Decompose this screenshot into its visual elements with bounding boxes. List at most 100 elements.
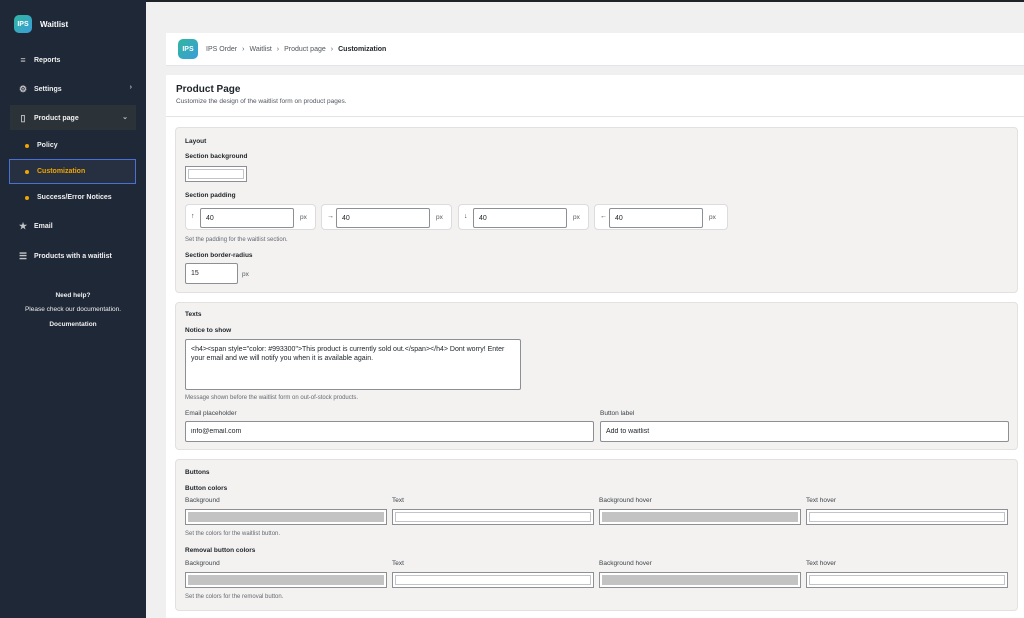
- top-bar: [0, 0, 1024, 2]
- button-label-label: Button label: [600, 410, 635, 417]
- column-label: Background: [185, 560, 220, 567]
- sidebar-subitem-notices[interactable]: Success/Error Notices: [25, 194, 112, 201]
- removal-background-picker[interactable]: [185, 572, 387, 588]
- sidebar-item-label: Products with a waitlist: [34, 252, 112, 260]
- sidebar-subitem-label: Customization: [37, 168, 86, 175]
- section-padding-label: Section padding: [185, 192, 236, 199]
- breadcrumb-item[interactable]: Product page: [284, 46, 326, 53]
- breadcrumb-separator: ›: [242, 45, 245, 53]
- padding-right-group: → px: [321, 204, 452, 230]
- button-label-input[interactable]: [600, 421, 1009, 442]
- page-header: IPS IPS Order › Waitlist › Product page …: [166, 33, 1024, 66]
- padding-right-input[interactable]: [336, 208, 430, 228]
- padding-left-input[interactable]: [609, 208, 703, 228]
- section-border-radius-label: Section border-radius: [185, 252, 253, 259]
- app-logo: IPS: [14, 15, 32, 33]
- padding-left-group: ← px: [594, 204, 728, 230]
- sidebar-item-label: Product page: [34, 114, 79, 122]
- button-colors-hint: Set the colors for the waitlist button.: [185, 531, 281, 537]
- page-icon: ▯: [20, 113, 26, 123]
- sidebar-item-settings[interactable]: ⚙ Settings ›: [18, 84, 132, 94]
- page-subtitle: Customize the design of the waitlist for…: [176, 98, 347, 105]
- buttons-card: Buttons Button colors Background Text Ba…: [175, 459, 1018, 611]
- bullet-icon: [25, 169, 29, 174]
- chevron-right-icon: ›: [129, 84, 132, 91]
- arrow-left-icon: ←: [600, 213, 607, 220]
- notice-hint: Message shown before the waitlist form o…: [185, 395, 359, 401]
- unit-label: px: [300, 214, 307, 221]
- sidebar-brand[interactable]: IPS Waitlist: [14, 15, 68, 33]
- button-colors-label: Button colors: [185, 485, 228, 492]
- help-text: Please check our documentation.: [24, 306, 122, 313]
- notice-textarea[interactable]: <h4><span style="color: #993300">This pr…: [185, 339, 521, 390]
- email-placeholder-input[interactable]: [185, 421, 594, 442]
- sidebar-item-reports[interactable]: ≡ Reports: [18, 55, 132, 65]
- notice-label: Notice to show: [185, 327, 232, 334]
- checklist-icon: ☰: [18, 251, 28, 261]
- bullet-icon: [25, 143, 29, 148]
- documentation-link[interactable]: Documentation: [0, 321, 146, 328]
- column-label: Background: [185, 497, 220, 504]
- sidebar-item-label: Settings: [34, 85, 62, 93]
- gear-icon: ⚙: [18, 84, 28, 94]
- column-label: Text hover: [806, 560, 836, 567]
- sidebar-subitem-policy[interactable]: Policy: [25, 142, 58, 149]
- arrow-up-icon: ↑: [191, 213, 195, 220]
- padding-top-group: ↑ px: [185, 204, 316, 230]
- sidebar-subitem-customization[interactable]: Customization: [25, 168, 85, 175]
- padding-top-input[interactable]: [200, 208, 294, 228]
- removal-colors-hint: Set the colors for the removal button.: [185, 594, 284, 600]
- section-background-picker[interactable]: [185, 166, 247, 182]
- texts-card: Texts Notice to show <h4><span style="co…: [175, 302, 1018, 450]
- help-title: Need help?: [55, 292, 91, 299]
- column-label: Background hover: [599, 560, 652, 567]
- removal-text-picker[interactable]: [392, 572, 594, 588]
- breadcrumb: IPS Order › Waitlist › Product page › Cu…: [206, 46, 386, 53]
- removal-text-hover-picker[interactable]: [806, 572, 1008, 588]
- page-title: Product Page: [176, 84, 241, 95]
- button-text-hover-picker[interactable]: [806, 509, 1008, 525]
- header-logo: IPS: [178, 39, 198, 59]
- padding-bottom-group: ↓ px: [458, 204, 589, 230]
- bullet-icon: [25, 195, 29, 200]
- arrow-right-icon: →: [327, 213, 334, 220]
- sidebar-item-label: Email: [34, 222, 53, 230]
- divider: [166, 116, 1024, 117]
- button-background-hover-picker[interactable]: [599, 509, 801, 525]
- breadcrumb-separator: ›: [276, 45, 280, 53]
- column-label: Background hover: [599, 497, 652, 504]
- sidebar-subitem-label: Policy: [37, 142, 58, 149]
- card-title: Layout: [185, 138, 207, 145]
- sidebar-item-products-waitlist[interactable]: ☰ Products with a waitlist: [18, 251, 132, 261]
- card-title: Buttons: [185, 469, 210, 476]
- unit-label: px: [436, 214, 443, 221]
- removal-background-hover-picker[interactable]: [599, 572, 801, 588]
- main-panel: Product Page Customize the design of the…: [166, 75, 1024, 618]
- breadcrumb-item[interactable]: IPS Order: [206, 46, 237, 53]
- removal-colors-label: Removal button colors: [185, 547, 256, 554]
- chevron-down-icon: ⌄: [122, 114, 128, 121]
- star-icon: ★: [18, 221, 28, 231]
- breadcrumb-item[interactable]: Waitlist: [249, 46, 271, 53]
- section-background-label: Section background: [185, 153, 248, 160]
- sidebar-item-label: Reports: [34, 56, 61, 64]
- padding-bottom-input[interactable]: [473, 208, 567, 228]
- app-name: Waitlist: [40, 19, 69, 29]
- layout-card: Layout Section background Section paddin…: [175, 127, 1018, 293]
- sidebar: IPS Waitlist ≡ Reports ⚙ Settings › ▯ Pr…: [0, 0, 146, 618]
- sidebar-item-product-page[interactable]: ▯ Product page ⌄: [18, 113, 132, 123]
- border-radius-input[interactable]: [185, 263, 238, 284]
- button-background-picker[interactable]: [185, 509, 387, 525]
- email-placeholder-label: Email placeholder: [185, 410, 237, 417]
- unit-label: px: [573, 214, 580, 221]
- arrow-down-icon: ↓: [464, 213, 468, 220]
- column-label: Text: [392, 560, 404, 567]
- breadcrumb-separator: ›: [330, 45, 334, 53]
- column-label: Text: [392, 497, 404, 504]
- padding-hint: Set the padding for the waitlist section…: [185, 237, 288, 243]
- unit-label: px: [709, 214, 716, 221]
- unit-label: px: [242, 271, 249, 278]
- sidebar-item-email[interactable]: ★ Email: [18, 221, 132, 231]
- button-text-picker[interactable]: [392, 509, 594, 525]
- column-label: Text hover: [806, 497, 836, 504]
